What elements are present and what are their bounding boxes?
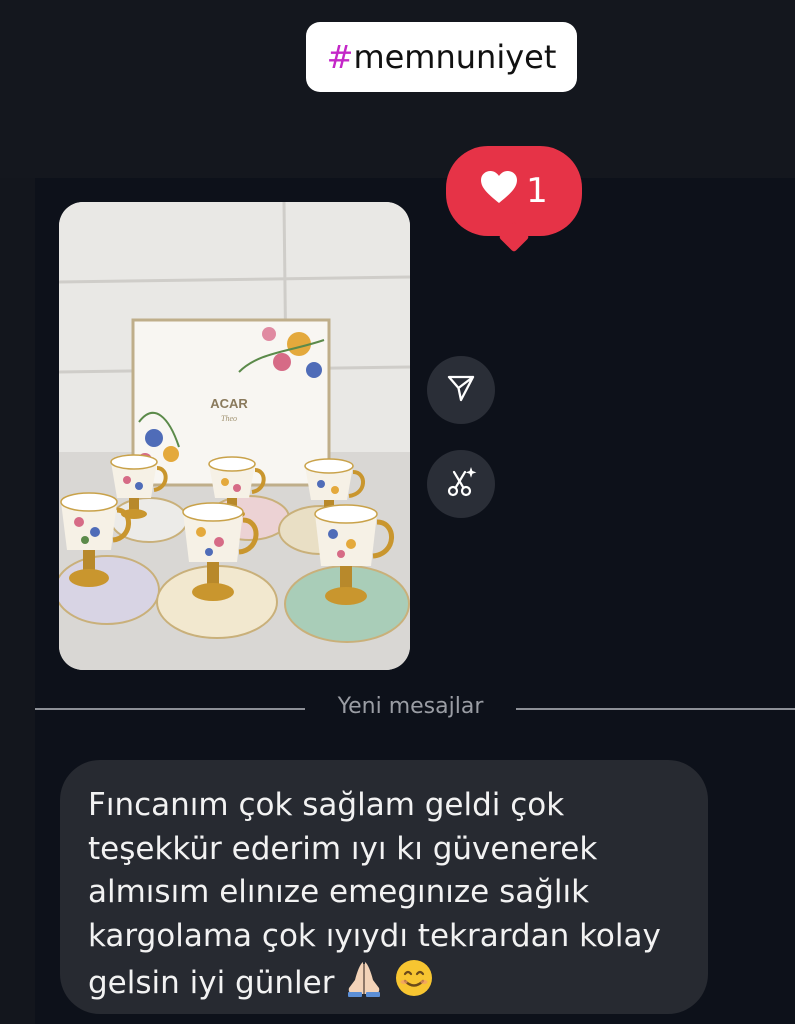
reaction-count: 1: [526, 171, 548, 211]
shared-photo[interactable]: ACAR Theo: [59, 202, 410, 670]
message-line: almısım elınıze emegınıze sağlık: [88, 874, 590, 910]
hashtag-text: memnuniyet: [353, 38, 557, 76]
message-line: Fıncanım çok sağlam geldi çok: [88, 787, 565, 823]
message-bubble[interactable]: Fıncanım çok sağlam geldi çok teşekkür e…: [60, 760, 708, 1014]
smiling-face-emoji: [394, 958, 434, 1011]
share-button[interactable]: [427, 356, 495, 424]
heart-icon: [480, 170, 518, 213]
send-icon: [446, 373, 476, 408]
message-line: gelsin iyi günler: [88, 964, 335, 1001]
folded-hands-emoji: [344, 958, 384, 1011]
scissors-sparkle-icon: [444, 465, 478, 504]
box-brand-subtext: Theo: [221, 414, 237, 423]
box-brand-text: ACAR: [210, 396, 248, 411]
message-line: teşekkür ederim ıyı kı güvenerek: [88, 830, 598, 867]
message-line: kargolama çok ıyıydı tekrardan kolay: [88, 917, 661, 954]
hashtag-sticker[interactable]: #memnuniyet: [306, 22, 577, 92]
message-line-last: gelsin iyi günler: [88, 958, 684, 1011]
new-messages-divider: Yeni mesajlar: [337, 694, 484, 719]
hashtag-label: #memnuniyet: [327, 38, 557, 76]
remix-button[interactable]: [427, 450, 495, 518]
divider-line-right: [516, 708, 795, 710]
divider-line-left: [35, 708, 305, 710]
hashtag-symbol: #: [326, 38, 354, 76]
